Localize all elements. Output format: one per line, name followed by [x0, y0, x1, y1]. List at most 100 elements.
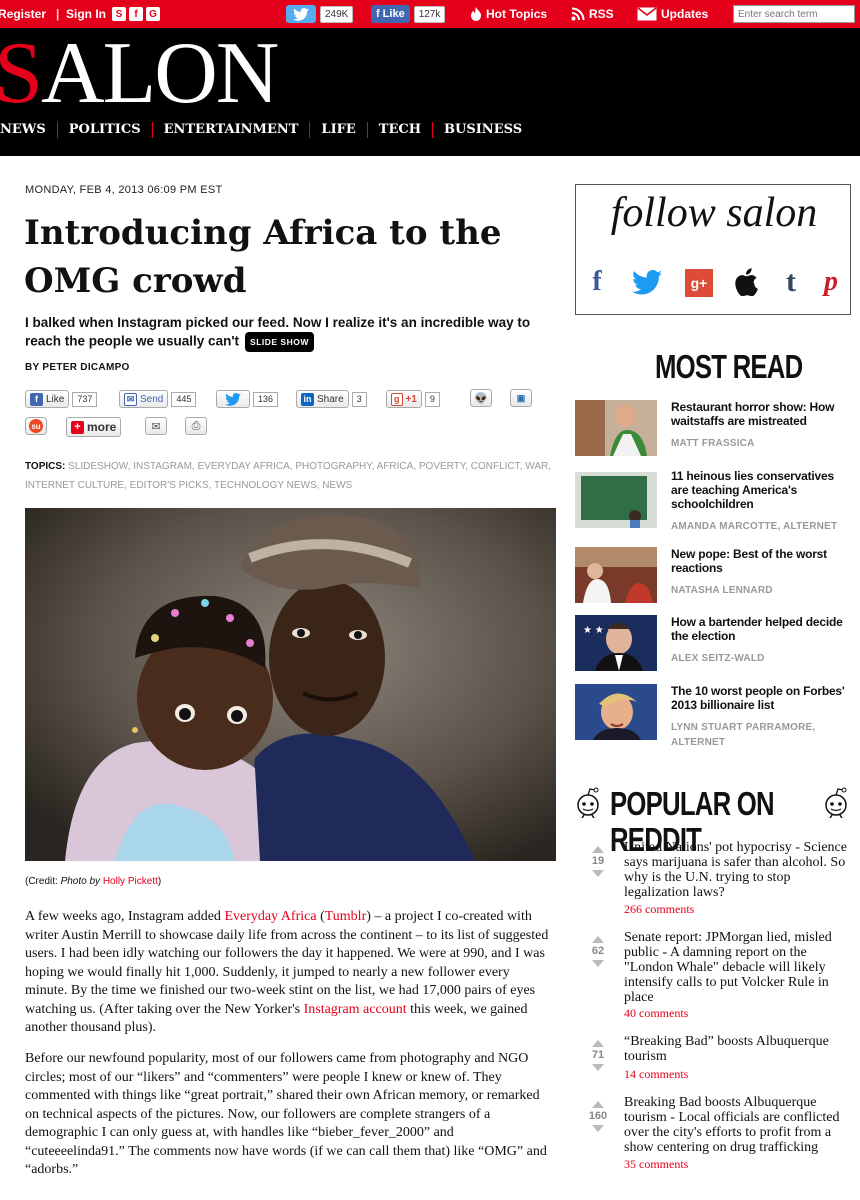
topic-link[interactable]: EDITOR'S PICKS	[130, 480, 209, 491]
reddit-share-icon[interactable]: 👽	[470, 389, 492, 407]
topic-link[interactable]: NEWS	[322, 480, 352, 491]
everyday-africa-link[interactable]: Everyday Africa	[224, 909, 316, 924]
print-icon[interactable]: ⎙	[185, 417, 207, 435]
upvote-arrow-icon[interactable]	[592, 846, 604, 853]
thumbnail[interactable]	[575, 472, 657, 528]
comments-link[interactable]: 35 comments	[624, 1157, 688, 1172]
salon-logo[interactable]: SALON	[0, 30, 279, 118]
author: MATT FRASSICA	[671, 438, 755, 449]
email-share-icon[interactable]: ✉	[145, 417, 167, 435]
comments-link[interactable]: 14 comments	[624, 1067, 688, 1082]
reddit-headline[interactable]: Senate report: JPMorgan lied, misled pub…	[624, 930, 849, 1005]
vote-box: 71	[575, 1038, 621, 1071]
facebook-like-share[interactable]: f Like 737	[25, 389, 98, 409]
topic-link[interactable]: POVERTY	[419, 461, 465, 472]
topics-list: TOPICS: SLIDESHOW, INSTAGRAM, EVERYDAY A…	[25, 461, 551, 491]
nav-business[interactable]: BUSINESS	[433, 122, 533, 138]
most-read-item[interactable]: New pope: Best of the worst reactions NA…	[575, 547, 860, 603]
tweet-button[interactable]	[216, 390, 250, 408]
most-read-item[interactable]: Restaurant horror show: How waitstaffs a…	[575, 400, 860, 456]
tumblr-icon[interactable]: t	[776, 265, 806, 298]
tumblr-link[interactable]: Tumblr	[325, 909, 367, 924]
thumbnail[interactable]	[575, 547, 657, 603]
upvote-arrow-icon[interactable]	[592, 1101, 604, 1108]
twitter-bird-icon[interactable]	[286, 5, 316, 23]
topic-link[interactable]: PHOTOGRAPHY	[295, 461, 371, 472]
instagram-account-link[interactable]: Instagram account	[304, 1002, 407, 1017]
thumbnail[interactable]: ★ ★ ★	[575, 615, 657, 671]
photographer-link[interactable]: Holly Pickett	[103, 876, 158, 887]
nav-news[interactable]: NEWS	[0, 122, 58, 138]
reddit-headline[interactable]: “Breaking Bad” boosts Albuquerque touris…	[624, 1034, 849, 1064]
topic-link[interactable]: INSTAGRAM	[133, 461, 192, 472]
comments-link[interactable]: 40 comments	[624, 1006, 688, 1021]
upvote-arrow-icon[interactable]	[592, 1040, 604, 1047]
comments-link[interactable]: 266 comments	[624, 902, 694, 917]
article-dek: I balked when Instagram picked our feed.…	[25, 314, 565, 352]
register-link[interactable]: Register	[0, 0, 46, 28]
reddit-headline[interactable]: United Nations' pot hypocrisy - Science …	[624, 840, 849, 900]
nav-tech[interactable]: TECH	[368, 122, 434, 138]
twitter-follow[interactable]: 249K	[286, 0, 354, 28]
like-button[interactable]: f Like	[25, 390, 70, 408]
topic-link[interactable]: TECHNOLOGY NEWS	[214, 480, 317, 491]
facebook-signin-icon[interactable]: f	[129, 7, 143, 21]
headline[interactable]: New pope: Best of the worst reactions	[671, 547, 851, 575]
facebook-like-button[interactable]: f Like	[371, 5, 410, 23]
tweet-share[interactable]: 136	[216, 389, 279, 409]
topic-link[interactable]: SLIDESHOW	[68, 461, 127, 472]
byline: BY PETER DICAMPO	[25, 362, 130, 373]
score: 19	[591, 855, 605, 867]
apple-icon[interactable]	[731, 267, 761, 297]
hot-topics-link[interactable]: Hot Topics	[470, 0, 547, 28]
most-read-item[interactable]: The 10 worst people on Forbes' 2013 bill…	[575, 684, 860, 754]
reddit-headline[interactable]: Breaking Bad boosts Albuquerque tourism …	[624, 1095, 849, 1155]
linkedin-share-button[interactable]: in Share	[296, 390, 349, 408]
linkedin-share[interactable]: in Share 3	[296, 389, 367, 409]
updates-link[interactable]: Updates	[637, 0, 708, 28]
reddit-item: 19 United Nations' pot hypocrisy - Scien…	[575, 840, 860, 920]
downvote-arrow-icon[interactable]	[592, 870, 604, 877]
nav-life[interactable]: LIFE	[310, 122, 368, 138]
digg-share-icon[interactable]: ▣	[510, 389, 532, 407]
topic-link[interactable]: INTERNET CULTURE	[25, 480, 124, 491]
headline[interactable]: 11 heinous lies conservatives are teachi…	[671, 469, 851, 511]
topic-link[interactable]: AFRICA	[377, 461, 414, 472]
author: ALEX SEITZ-WALD	[671, 653, 765, 664]
downvote-arrow-icon[interactable]	[592, 1125, 604, 1132]
sign-in-link[interactable]: Sign In	[66, 0, 106, 28]
headline[interactable]: The 10 worst people on Forbes' 2013 bill…	[671, 684, 851, 712]
more-share-button[interactable]: + more	[66, 417, 122, 437]
downvote-arrow-icon[interactable]	[592, 960, 604, 967]
upvote-arrow-icon[interactable]	[592, 936, 604, 943]
topic-link[interactable]: WAR	[525, 461, 548, 472]
gplus-button[interactable]: g +1	[386, 390, 422, 408]
most-read-item[interactable]: ★ ★ ★ How a bartender helped decide the …	[575, 615, 860, 671]
headline[interactable]: How a bartender helped decide the electi…	[671, 615, 851, 643]
nav-politics[interactable]: POLITICS	[58, 122, 153, 138]
send-share[interactable]: ✉ Send 445	[119, 389, 197, 409]
slide-show-badge[interactable]: SLIDE SHOW	[245, 332, 314, 352]
rss-link[interactable]: RSS	[571, 0, 614, 28]
nav-entertainment[interactable]: ENTERTAINMENT	[153, 122, 311, 138]
send-button[interactable]: ✉ Send	[119, 390, 169, 408]
downvote-arrow-icon[interactable]	[592, 1064, 604, 1071]
google-signin-icon[interactable]: G	[146, 7, 160, 21]
twitter-count: 249K	[320, 5, 354, 23]
stumbleupon-icon[interactable]: su	[25, 417, 47, 435]
thumbnail[interactable]	[575, 400, 657, 456]
lead-photo[interactable]	[25, 508, 556, 861]
search-input[interactable]	[733, 5, 855, 23]
headline[interactable]: Restaurant horror show: How waitstaffs a…	[671, 400, 851, 428]
most-read-item[interactable]: 11 heinous lies conservatives are teachi…	[575, 469, 860, 539]
pinterest-icon[interactable]: p	[816, 266, 846, 297]
thumbnail[interactable]	[575, 684, 657, 740]
gplus-share[interactable]: g +1 9	[386, 389, 440, 409]
facebook-icon[interactable]: f	[582, 266, 612, 297]
facebook-like[interactable]: f Like 127k	[371, 0, 446, 28]
topic-link[interactable]: EVERYDAY AFRICA	[197, 461, 289, 472]
twitter-icon[interactable]	[632, 267, 662, 297]
gplus-icon[interactable]: g+	[685, 269, 713, 297]
topic-link[interactable]: CONFLICT	[471, 461, 520, 472]
salon-signin-icon[interactable]: S	[112, 7, 126, 21]
